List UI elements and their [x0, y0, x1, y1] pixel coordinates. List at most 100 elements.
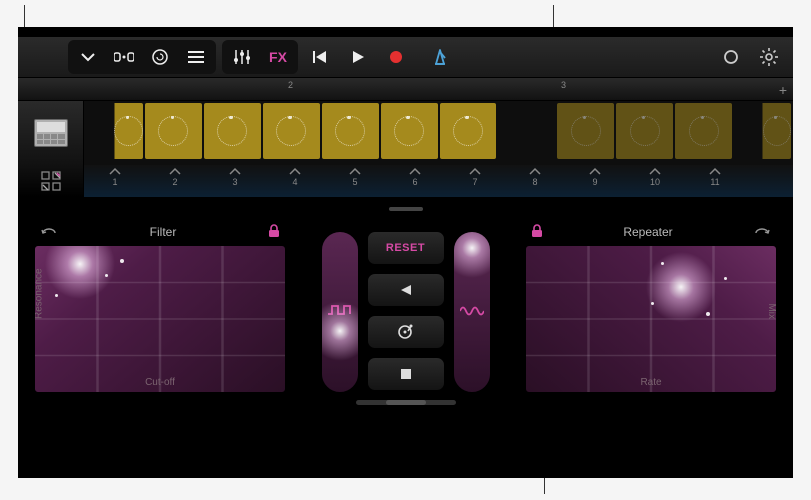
metronome-button[interactable]	[422, 42, 458, 72]
clip-cell[interactable]	[498, 103, 555, 159]
loop-browser-button[interactable]	[142, 42, 178, 72]
clip-cell[interactable]	[616, 103, 673, 159]
clip-cell[interactable]	[675, 103, 732, 159]
dropdown-button[interactable]	[70, 42, 106, 72]
markers-container: 1 2 345 6 7 8 9 10 11	[84, 165, 793, 197]
chevron-up-icon	[229, 167, 241, 175]
loop-indicator-icon	[394, 116, 424, 146]
fx-toggle-button[interactable]: FX	[260, 42, 296, 72]
filter-y-axis-label: Resonance	[34, 268, 45, 319]
clip-cell[interactable]	[557, 103, 614, 159]
marker-number: 11	[710, 177, 719, 187]
section-marker[interactable]: 1	[86, 165, 144, 197]
marker-number: 7	[472, 177, 477, 187]
live-loops-grid-button[interactable]	[18, 165, 84, 197]
marker-number: 9	[592, 177, 597, 187]
chevron-up-icon	[649, 167, 661, 175]
grid-lines	[35, 246, 285, 392]
lock-icon	[531, 224, 543, 238]
loop-button[interactable]	[713, 42, 749, 72]
repeater-y-axis-label: Mix	[767, 303, 778, 319]
clip-cell[interactable]	[381, 103, 438, 159]
add-track-button[interactable]: +	[779, 82, 787, 98]
section-marker[interactable]: 6	[386, 165, 444, 197]
section-marker[interactable]: 8	[506, 165, 564, 197]
section-marker[interactable]: 4	[266, 165, 324, 197]
section-marker[interactable]: 10	[626, 165, 684, 197]
list-view-button[interactable]	[178, 42, 214, 72]
repeater-xy-pad[interactable]: Mix Rate	[525, 245, 777, 393]
center-buttons: RESET	[367, 231, 445, 391]
fx-area: Filter Resonance Cut-off	[18, 219, 793, 393]
section-marker-row: 1 2 345 6 7 8 9 10 11	[18, 165, 793, 197]
skip-back-icon	[313, 50, 327, 64]
section-marker[interactable]: 2	[146, 165, 204, 197]
clip-cell[interactable]	[204, 103, 261, 159]
clip-cell[interactable]	[263, 103, 320, 159]
repeater-title: Repeater	[543, 225, 753, 239]
repeater-cycle-button[interactable]	[753, 224, 771, 241]
filter-lock-button[interactable]	[268, 224, 280, 241]
turntable-icon	[397, 323, 415, 341]
clip-cell[interactable]	[322, 103, 379, 159]
reverse-button[interactable]	[367, 273, 445, 307]
clip-cell[interactable]	[734, 103, 791, 159]
center-controls: RESET	[294, 219, 517, 393]
loop-indicator-icon	[335, 116, 365, 146]
chevron-up-icon	[409, 167, 421, 175]
loop-indicator-icon	[571, 116, 601, 146]
section-marker[interactable]: 5	[326, 165, 384, 197]
section-marker[interactable]: 9	[566, 165, 624, 197]
filter-cycle-button[interactable]	[40, 224, 58, 241]
cells-view-button[interactable]	[106, 42, 142, 72]
marker-number: 2	[172, 177, 177, 187]
loop-indicator-icon	[276, 116, 306, 146]
chevron-up-icon	[349, 167, 361, 175]
play-button[interactable]	[340, 42, 376, 72]
loop-indicator-icon	[158, 116, 188, 146]
loop-indicator-icon	[217, 116, 247, 146]
cycle-icon	[40, 224, 58, 238]
grid-icon	[40, 170, 62, 192]
scratch-button[interactable]	[367, 315, 445, 349]
chevron-down-icon	[81, 52, 95, 62]
loop-indicator-icon	[453, 116, 483, 146]
marker-number: 6	[412, 177, 417, 187]
reset-label: RESET	[386, 242, 425, 254]
stop-icon	[400, 368, 412, 380]
circle-icon	[722, 48, 740, 66]
cells-icon	[114, 50, 134, 64]
section-marker[interactable]: 3	[206, 165, 264, 197]
sine-wave-icon	[460, 304, 484, 318]
mixer-button[interactable]	[224, 42, 260, 72]
filter-header: Filter	[34, 219, 286, 245]
resize-grip[interactable]	[389, 207, 423, 211]
timeline-ruler[interactable]: + 23	[18, 77, 793, 101]
sampler-icon	[34, 119, 68, 147]
section-marker[interactable]: 7	[446, 165, 504, 197]
section-marker[interactable]: 11	[686, 165, 744, 197]
right-gate-slider[interactable]	[453, 231, 491, 393]
ruler-mark: 2	[288, 80, 293, 90]
slider-thumb	[321, 296, 359, 366]
repeater-lock-button[interactable]	[531, 224, 543, 241]
marker-number: 1	[112, 177, 117, 187]
settings-button[interactable]	[751, 42, 787, 72]
clip-cell[interactable]	[86, 103, 143, 159]
slider-thumb	[453, 231, 491, 283]
track-header[interactable]	[18, 101, 84, 165]
filter-xy-pad[interactable]: Resonance Cut-off	[34, 245, 286, 393]
chevron-up-icon	[469, 167, 481, 175]
clip-cell[interactable]	[440, 103, 497, 159]
reset-button[interactable]: RESET	[367, 231, 445, 265]
loop-indicator-icon	[689, 116, 719, 146]
toolbar: FX	[18, 37, 793, 77]
lock-icon	[268, 224, 280, 238]
metronome-icon	[431, 48, 449, 66]
fx-scroll-indicator[interactable]	[356, 400, 456, 405]
go-to-start-button[interactable]	[302, 42, 338, 72]
stop-button[interactable]	[367, 357, 445, 391]
left-gate-slider[interactable]	[321, 231, 359, 393]
record-button[interactable]	[378, 42, 414, 72]
clip-cell[interactable]	[145, 103, 202, 159]
